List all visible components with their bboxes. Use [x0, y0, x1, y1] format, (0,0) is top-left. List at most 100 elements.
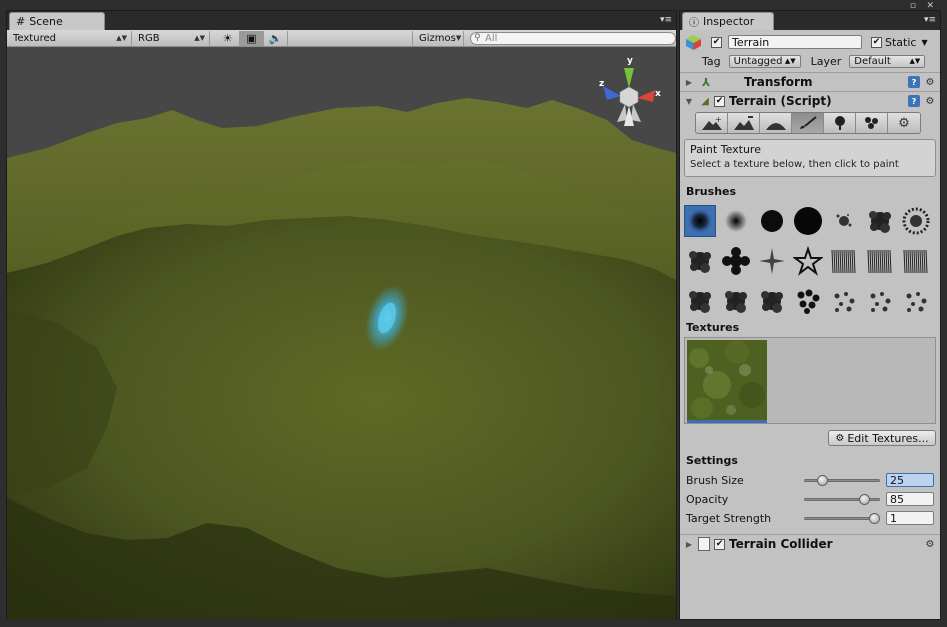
setting-value-field[interactable]: 85: [886, 492, 934, 506]
brush-option[interactable]: [828, 285, 860, 317]
gear-icon[interactable]: ⚙: [924, 76, 936, 88]
brush-option[interactable]: [792, 285, 824, 317]
transform-label: Transform: [744, 75, 813, 89]
tab-scene[interactable]: # Scene: [9, 12, 105, 30]
tag-dropdown[interactable]: Untagged ▲▼: [728, 54, 801, 68]
terrain-script-enabled-checkbox[interactable]: ✔: [714, 95, 725, 107]
gear-icon[interactable]: ⚙: [924, 95, 936, 107]
smooth-height-icon: [765, 123, 786, 130]
setting-slider[interactable]: [804, 493, 880, 505]
scene-fx-toggle[interactable]: ▣: [240, 30, 264, 46]
slider-knob[interactable]: [869, 512, 881, 524]
terrain-view[interactable]: y x z: [7, 48, 676, 620]
brush-option[interactable]: [828, 245, 860, 277]
tool-paint-texture[interactable]: [792, 113, 824, 133]
gizmos-dropdown[interactable]: Gizmos ▼: [412, 30, 464, 46]
maximize-icon[interactable]: ▫: [910, 1, 916, 11]
brush-option[interactable]: [756, 245, 788, 277]
brush-option[interactable]: [684, 205, 716, 237]
transform-component-header[interactable]: ▶ ⅄ Transform ? ⚙: [680, 72, 940, 91]
brush-option[interactable]: [900, 245, 932, 277]
object-name-field[interactable]: Terrain: [728, 35, 862, 49]
inspector-panel: ⓘ Inspector ▾≡ ▫ ✕ ✔ Terrain ✔ Static ▼ …: [679, 1, 941, 620]
setting-row: Opacity 85: [686, 491, 936, 507]
tool-smooth-height[interactable]: [760, 113, 792, 133]
updown-arrow-icon: ▲▼: [116, 34, 127, 42]
tool-terrain-settings[interactable]: ⚙: [888, 113, 920, 133]
sun-icon: ☀: [222, 31, 233, 45]
setting-value-field[interactable]: 25: [886, 473, 934, 487]
lighting-toggle[interactable]: ☀: [216, 30, 240, 46]
brush-option[interactable]: [900, 205, 932, 237]
scene-viewport[interactable]: y x z: [7, 48, 676, 620]
gear-icon[interactable]: ⚙: [924, 538, 936, 550]
setting-label: Brush Size: [686, 473, 744, 487]
brush-option[interactable]: [756, 205, 788, 237]
gizmo-z-label: z: [599, 79, 604, 89]
fold-down-icon[interactable]: ▼: [684, 97, 694, 106]
document-icon: [698, 537, 710, 551]
edit-textures-label: Edit Textures...: [847, 431, 929, 445]
chevron-down-icon[interactable]: ▼: [921, 38, 927, 47]
search-placeholder: All: [485, 32, 498, 44]
edit-textures-button[interactable]: ⚙ Edit Textures...: [828, 430, 936, 446]
fold-right-icon[interactable]: ▶: [684, 78, 694, 87]
updown-arrow-icon: ▲▼: [909, 57, 921, 65]
brush-option[interactable]: [720, 285, 752, 317]
brush-option[interactable]: [864, 285, 896, 317]
setting-slider[interactable]: [804, 512, 881, 524]
brush-option[interactable]: [684, 285, 716, 317]
brush-option[interactable]: [792, 245, 824, 277]
tool-place-trees[interactable]: [824, 113, 856, 133]
help-icon[interactable]: ?: [908, 76, 920, 88]
tab-inspector[interactable]: ⓘ Inspector: [682, 12, 774, 30]
image-icon: ▣: [246, 31, 257, 45]
tool-paint-details[interactable]: [856, 113, 888, 133]
terrain-collider-enabled-checkbox[interactable]: ✔: [714, 538, 725, 550]
brush-option[interactable]: [864, 205, 896, 237]
audio-toggle[interactable]: 🔈: [264, 30, 288, 46]
close-icon[interactable]: ✕: [926, 1, 934, 11]
color-mode-dropdown[interactable]: RGB ▲▼: [132, 30, 210, 46]
setting-value: 1: [890, 511, 897, 525]
setting-slider[interactable]: [804, 474, 880, 486]
terrain-script-header[interactable]: ▼ ◢ ✔ Terrain (Script) ? ⚙: [680, 91, 940, 110]
brush-option[interactable]: [900, 285, 932, 317]
brush-option[interactable]: [756, 285, 788, 317]
tag-layer-row: Tag Untagged ▲▼ Layer Default ▲▼: [680, 53, 940, 69]
brush-option[interactable]: [684, 245, 716, 277]
paint-height-icon: [733, 116, 754, 130]
brush-option[interactable]: [720, 245, 752, 277]
updown-arrow-icon: ▲▼: [784, 57, 796, 65]
fold-right-icon[interactable]: ▶: [684, 540, 694, 549]
setting-label: Target Strength: [686, 511, 772, 525]
unity-editor: # Scene ▾≡ Textured ▲▼ RGB ▲▼ ☀ ▣ 🔈 Gizm…: [0, 0, 947, 627]
help-icon[interactable]: ?: [908, 95, 920, 107]
scene-tabbar: # Scene ▾≡: [7, 11, 676, 30]
chevron-down-icon: ▼: [455, 34, 462, 42]
brush-option[interactable]: [828, 205, 860, 237]
render-mode-dropdown[interactable]: Textured ▲▼: [7, 30, 132, 46]
slider-knob[interactable]: [859, 493, 871, 505]
info-icon: ⓘ: [689, 18, 699, 29]
setting-value-field[interactable]: 1: [886, 511, 934, 525]
panel-menu-icon[interactable]: ▾≡: [660, 15, 672, 25]
static-checkbox[interactable]: ✔: [871, 36, 882, 48]
tool-paint-height[interactable]: [728, 113, 760, 133]
layer-dropdown[interactable]: Default ▲▼: [849, 54, 926, 68]
active-checkbox[interactable]: ✔: [711, 36, 722, 48]
gizmo-x-label: x: [655, 89, 661, 99]
brush-option[interactable]: [720, 205, 752, 237]
terrain-script-label: Terrain (Script): [729, 94, 832, 108]
texture-thumbnail-grass[interactable]: [687, 340, 767, 420]
brush-option[interactable]: [864, 245, 896, 277]
terrain-collider-header[interactable]: ▶ ✔ Terrain Collider ⚙: [680, 534, 940, 553]
slider-knob[interactable]: [816, 474, 828, 486]
scene-search-input[interactable]: ⚲ All: [470, 31, 676, 45]
grass-texture-image: [687, 340, 767, 420]
brush-option[interactable]: [792, 205, 824, 237]
tool-raise-lower[interactable]: +: [696, 113, 728, 133]
panel-menu-icon[interactable]: ▾≡: [924, 15, 936, 25]
gizmo-y-label: y: [627, 56, 633, 66]
setting-row: Brush Size 25: [686, 472, 936, 488]
